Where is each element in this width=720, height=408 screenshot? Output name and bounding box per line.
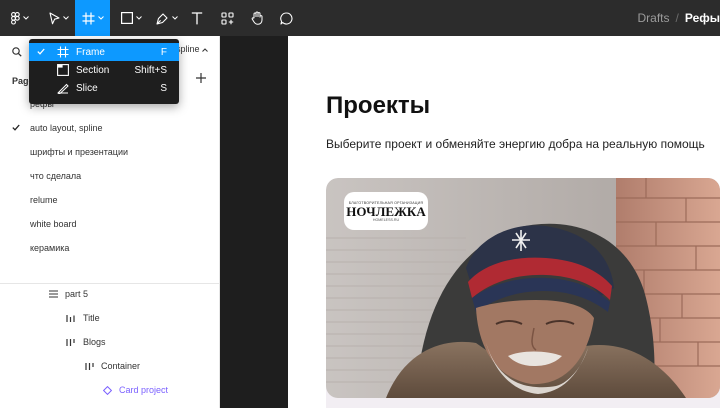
text-icon [191, 11, 203, 25]
toolbar: Drafts / Рефы [0, 0, 720, 36]
layer-label: Card project [119, 385, 169, 395]
vertical-layout-icon [66, 338, 75, 347]
menu-item-frame[interactable]: Frame F [29, 43, 179, 61]
menu-item-label: Section [76, 64, 110, 76]
charity-logo: БЛАГОТВОРИТЕЛЬНАЯ ОРГАНИЗАЦИЯ НОЧЛЕЖКА H… [344, 192, 428, 230]
checkmark-icon [37, 47, 45, 58]
page-item-label: что сделала [30, 171, 82, 181]
shape-tool-button[interactable] [116, 0, 146, 36]
logo-site: HOMELESS.RU [372, 217, 400, 222]
rectangle-icon [120, 12, 133, 24]
chevron-down-icon [63, 16, 69, 20]
layer-label: part 5 [65, 289, 89, 299]
comment-icon [279, 11, 293, 25]
search-icon[interactable] [12, 44, 22, 62]
slice-icon [57, 82, 69, 97]
canvas[interactable]: Проекты Выберите проект и обменяйте энер… [220, 36, 720, 408]
pen-icon [156, 12, 169, 25]
layer-row[interactable]: Container [0, 354, 219, 378]
checkmark-icon [12, 123, 20, 133]
project-card[interactable]: БЛАГОТВОРИТЕЛЬНАЯ ОРГАНИЗАЦИЯ НОЧЛЕЖКА H… [326, 178, 720, 408]
layer-label: Container [101, 361, 141, 371]
menu-item-shortcut: Shift+S [134, 64, 167, 76]
frame-title: Проекты [326, 92, 431, 119]
page-item[interactable]: relume [0, 188, 219, 212]
chevron-down-icon [172, 16, 178, 20]
page-item-label: auto layout, spline [30, 123, 103, 133]
current-page-label: spline [176, 44, 200, 54]
page-item[interactable]: auto layout, spline [0, 116, 219, 140]
chevron-down-icon [135, 16, 142, 20]
layer-label: Title [83, 313, 100, 323]
page-item-label: relume [30, 195, 58, 205]
layer-row[interactable]: Blogs [0, 330, 219, 354]
chevron-down-icon [23, 16, 29, 20]
section-icon [57, 64, 69, 79]
frame-tool-menu: Frame F Section Shift+S Slice S [29, 39, 179, 104]
comment-tool-button[interactable] [275, 0, 297, 36]
page-item[interactable]: шрифты и презентации [0, 140, 219, 164]
breadcrumb-drafts[interactable]: Drafts [638, 11, 670, 25]
project-photo: БЛАГОТВОРИТЕЛЬНАЯ ОРГАНИЗАЦИЯ НОЧЛЕЖКА H… [326, 178, 720, 398]
vertical-layout-icon [66, 314, 75, 323]
text-tool-button[interactable] [186, 0, 208, 36]
add-page-button[interactable] [194, 71, 208, 85]
list-icon [49, 290, 58, 298]
chevron-down-icon [97, 16, 104, 20]
layer-label: Blogs [83, 337, 106, 347]
layer-row[interactable]: part 5 [0, 282, 219, 306]
resources-button[interactable] [216, 0, 238, 36]
page-item[interactable]: white board [0, 212, 219, 236]
cursor-icon [49, 11, 60, 25]
hand-icon [251, 11, 264, 25]
menu-item-slice[interactable]: Slice S [29, 79, 179, 97]
figma-menu-button[interactable] [6, 0, 34, 36]
page-item[interactable]: что сделала [0, 164, 219, 188]
logo-name: НОЧЛЕЖКА [346, 203, 426, 219]
design-frame[interactable]: Проекты Выберите проект и обменяйте энер… [288, 36, 720, 408]
hand-tool-button[interactable] [246, 0, 268, 36]
breadcrumb-separator: / [675, 11, 679, 25]
component-instance-icon [103, 385, 112, 395]
page-item-label: керамика [30, 243, 70, 253]
frame-subtitle: Выберите проект и обменяйте энергию добр… [326, 137, 705, 151]
components-icon [220, 11, 234, 25]
menu-item-section[interactable]: Section Shift+S [29, 61, 179, 79]
frame-icon [57, 46, 69, 61]
menu-item-label: Slice [76, 82, 98, 94]
pen-tool-button[interactable] [152, 0, 182, 36]
vertical-layout-icon [85, 362, 94, 371]
frame-tool-button[interactable] [75, 0, 110, 36]
menu-item-shortcut: S [160, 82, 167, 94]
page-item-label: white board [30, 219, 77, 229]
figma-logo-icon [11, 11, 20, 25]
menu-item-shortcut: F [160, 46, 167, 58]
layer-row[interactable]: Title [0, 306, 219, 330]
frame-icon [82, 12, 95, 25]
plus-icon [196, 73, 206, 83]
file-name[interactable]: Рефы [685, 11, 720, 25]
page-item-label: шрифты и презентации [30, 147, 129, 157]
layer-row[interactable]: Card project [0, 378, 219, 402]
menu-item-label: Frame [76, 46, 105, 58]
chevron-up-icon [202, 44, 208, 54]
breadcrumb: Drafts / Рефы [638, 0, 720, 36]
current-page-selector[interactable]: spline [176, 44, 208, 54]
page-item[interactable]: керамика [0, 236, 219, 260]
move-tool-button[interactable] [44, 0, 74, 36]
